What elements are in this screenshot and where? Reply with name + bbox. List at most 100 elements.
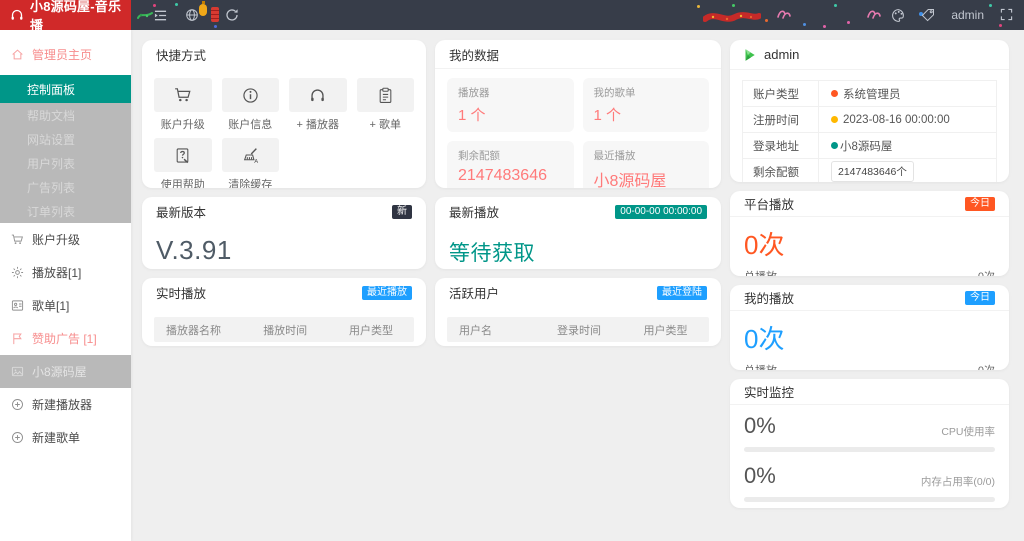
headphones-icon: [289, 78, 347, 112]
column-header: 用户名: [447, 322, 557, 338]
card-title: 我的播放: [744, 288, 794, 307]
quota-box: 2147483646个: [831, 161, 914, 182]
sidebar-item-label: 管理员主页: [32, 46, 92, 63]
sidebar-item-xiao8-banner[interactable]: 小8源码屋: [0, 355, 131, 388]
sidebar-item-label: 控制面板: [27, 81, 75, 98]
shortcuts-card: 快捷方式 账户升级 账户信息 + 播放器 + 歌单: [142, 40, 426, 188]
flag-icon: [11, 332, 24, 345]
shortcut-add-playlist[interactable]: + 歌单: [357, 78, 415, 132]
sidebar-item-help-docs[interactable]: 帮助文档: [0, 103, 131, 127]
row-value: 系统管理员: [843, 86, 901, 102]
stat-my-playlists: 我的歌单 1 个: [583, 78, 710, 132]
column-header: 用户类型: [643, 322, 709, 338]
memory-usage-label: 内存占用率(0/0): [921, 474, 995, 489]
headphones-icon: [10, 8, 24, 22]
sidebar-item-label: 小8源码屋: [32, 363, 87, 380]
refresh-icon[interactable]: [225, 8, 239, 22]
shortcut-clear-cache[interactable]: A 清除缓存: [222, 138, 280, 188]
sidebar-item-label: 新建歌单: [32, 429, 80, 446]
shortcut-add-player[interactable]: + 播放器: [289, 78, 347, 132]
plus-circle-icon: [11, 398, 24, 411]
column-header: 登录时间: [557, 322, 643, 338]
stat-label: 我的歌单: [594, 85, 699, 100]
clean-brush-icon: A: [222, 138, 280, 172]
lantern-decoration: [199, 4, 207, 16]
sidebar-item-new-player[interactable]: 新建播放器: [0, 388, 131, 421]
stat-label: 播放器: [458, 85, 563, 100]
account-table: 账户类型 系统管理员 注册时间 2023-08-16 00:00:00 登录地址…: [742, 80, 997, 182]
monitor-card: 实时监控 0% CPU使用率 0% 内存占用率(0/0): [730, 379, 1009, 508]
row-label: 注册时间: [743, 107, 819, 132]
fullscreen-icon[interactable]: [1000, 8, 1014, 22]
stat-label: 剩余配额: [458, 148, 563, 163]
total-play-value: 0次: [978, 268, 995, 276]
sidebar-item-control-panel[interactable]: 控制面板: [0, 75, 131, 103]
tag-icon[interactable]: [921, 8, 935, 22]
app-title: 小8源码屋-音乐播: [30, 0, 131, 34]
sidebar-item-players[interactable]: 播放器[1]: [0, 256, 131, 289]
shortcut-account-upgrade[interactable]: 账户升级: [154, 78, 212, 132]
cpu-usage-label: CPU使用率: [941, 424, 995, 439]
confetti-dot: [847, 21, 850, 24]
sidebar-item-site-settings[interactable]: 网站设置: [0, 127, 131, 151]
shortcut-label: 账户信息: [222, 116, 280, 132]
confetti-dot: [153, 4, 156, 7]
menu-icon[interactable]: [153, 9, 167, 23]
sidebar: 管理员主页 控制面板 帮助文档 网站设置 用户列表 广告列表 订单列表 账户升级…: [0, 30, 131, 541]
sidebar-item-admin-home[interactable]: 管理员主页: [0, 38, 131, 71]
main-content: 快捷方式 账户升级 账户信息 + 播放器 + 歌单: [131, 30, 1024, 541]
theme-palette-icon[interactable]: [891, 8, 905, 22]
realtime-play-card: 实时播放 最近播放 播放器名称 播放时间 用户类型: [142, 278, 426, 346]
memory-monitor: 0% 内存占用率(0/0): [730, 455, 1009, 505]
column-header: 用户类型: [349, 322, 414, 338]
row-label: 登录地址: [743, 133, 819, 158]
sidebar-item-label: 新建播放器: [32, 396, 92, 413]
sidebar-item-user-list[interactable]: 用户列表: [0, 151, 131, 175]
card-title: 平台播放: [744, 194, 794, 213]
garland-decoration: [137, 9, 153, 21]
play-logo-icon: [743, 48, 757, 62]
navbar-username[interactable]: admin: [951, 8, 984, 22]
latest-version-card: 最新版本 新 V.3.91: [142, 197, 426, 269]
card-title: 最新版本: [156, 202, 206, 221]
app-logo[interactable]: 小8源码屋-音乐播: [0, 0, 131, 30]
garland-red-decoration: [703, 9, 761, 25]
my-play-card: 我的播放 今日 0次 总播放 0次: [730, 285, 1009, 370]
sidebar-item-account-upgrade[interactable]: 账户升级: [0, 223, 131, 256]
sidebar-item-order-list[interactable]: 订单列表: [0, 199, 131, 223]
total-play-label: 总播放: [744, 362, 777, 370]
platform-play-card: 平台播放 今日 0次 总播放 0次: [730, 191, 1009, 276]
row-value: 小8源码屋: [840, 138, 892, 154]
globe-icon[interactable]: [185, 8, 199, 22]
sidebar-item-new-playlist[interactable]: 新建歌单: [0, 421, 131, 454]
sidebar-item-playlists[interactable]: 歌单[1]: [0, 289, 131, 322]
card-title: 实时播放: [156, 283, 206, 302]
topbar: 小8源码屋-音乐播: [0, 0, 1024, 30]
image-icon: [11, 365, 24, 378]
home-icon: [11, 48, 24, 61]
memory-usage-value: 0%: [744, 463, 776, 489]
my-play-count: 0次: [730, 311, 1009, 356]
table-row: 注册时间 2023-08-16 00:00:00: [743, 107, 996, 133]
status-dot: [831, 90, 838, 97]
latest-play-value: 等待获取: [435, 226, 721, 267]
sidebar-item-label: 赞助广告 [1]: [32, 330, 97, 347]
new-badge: 新: [392, 205, 412, 219]
row-value: 2023-08-16 00:00:00: [843, 114, 950, 126]
row-label: 剩余配额: [743, 159, 819, 182]
shortcut-account-info[interactable]: 账户信息: [222, 78, 280, 132]
sidebar-item-sponsor-ads[interactable]: 赞助广告 [1]: [0, 322, 131, 355]
stat-label: 最近播放: [594, 148, 699, 163]
shortcut-label: 清除缓存: [222, 176, 280, 188]
sidebar-item-ad-list[interactable]: 广告列表: [0, 175, 131, 199]
active-users-table-header: 用户名 登录时间 用户类型: [447, 317, 709, 342]
confetti-dot: [803, 23, 806, 26]
active-users-card: 活跃用户 最近登陆 用户名 登录时间 用户类型: [435, 278, 721, 346]
shortcut-usage-help[interactable]: 使用帮助: [154, 138, 212, 188]
cpu-monitor: 0% CPU使用率: [730, 405, 1009, 455]
card-title: 我的数据: [449, 45, 499, 64]
svg-text:A: A: [254, 158, 258, 163]
sidebar-item-label: 歌单[1]: [32, 297, 69, 314]
help-doc-icon: [154, 138, 212, 172]
row-label: 账户类型: [743, 81, 819, 106]
